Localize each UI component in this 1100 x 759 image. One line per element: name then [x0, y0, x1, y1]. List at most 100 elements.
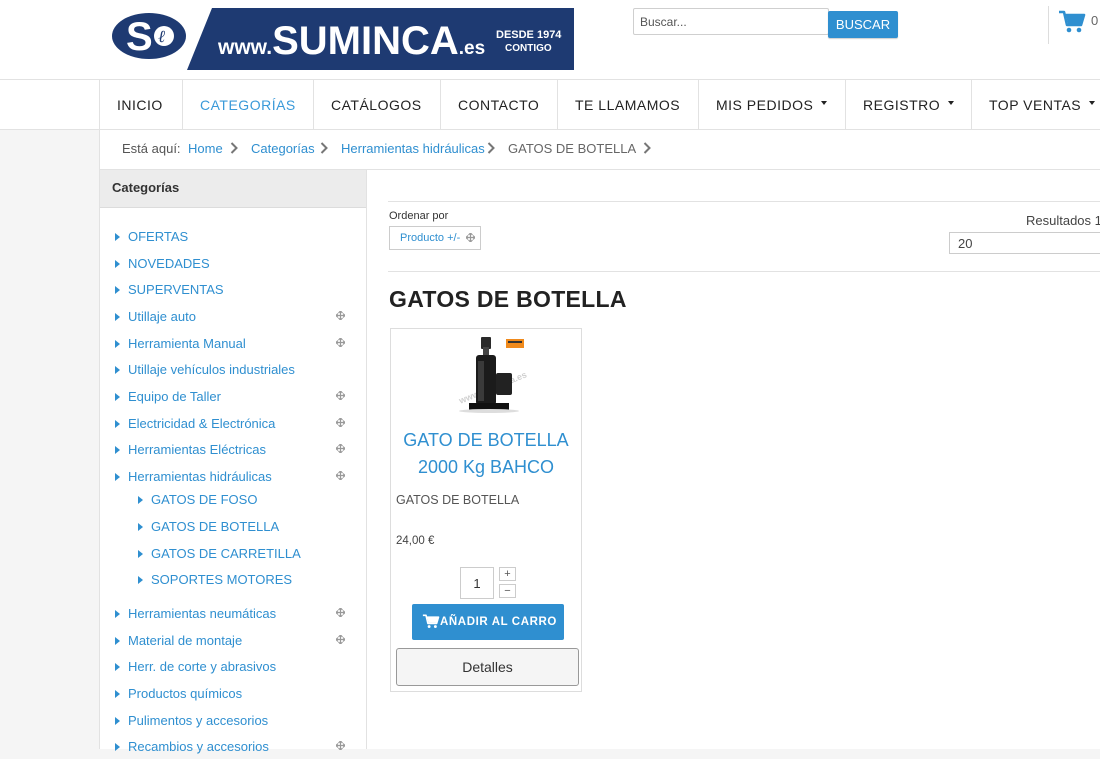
sidebar-item-material-de-montaje[interactable]: Material de montaje — [100, 633, 366, 653]
caret-right-icon — [138, 550, 143, 558]
sidebar-item-label: Material de montaje — [128, 633, 243, 648]
nav-item-top-ventas[interactable]: TOP VENTAS — [971, 80, 1100, 129]
nav-item-catalogos[interactable]: CATÁLOGOS — [313, 80, 440, 129]
caret-right-icon — [115, 663, 120, 671]
sidebar-item-label: Herramienta Manual — [128, 336, 246, 351]
caret-right-icon — [115, 610, 120, 618]
svg-text:S: S — [126, 15, 153, 59]
results-limit-select[interactable]: 20 — [949, 232, 1100, 254]
search-input[interactable] — [633, 8, 829, 35]
nav-label: CATEGORÍAS — [200, 96, 296, 113]
sidebar-item-label: Recambios y accesorios — [128, 739, 269, 754]
nav-label: TOP VENTAS — [989, 96, 1082, 113]
sidebar-item-herramientas-neumaticas[interactable]: Herramientas neumáticas — [100, 606, 366, 626]
sidebar-item-superventas[interactable]: SUPERVENTAS — [100, 282, 366, 302]
expand-arrows-icon[interactable] — [336, 471, 345, 480]
search-button[interactable]: BUSCAR — [828, 11, 898, 38]
cart-count[interactable]: 0 — [1091, 13, 1098, 28]
details-button[interactable]: Detalles — [396, 648, 579, 686]
caret-right-icon — [115, 340, 120, 348]
chevron-right-icon — [230, 142, 238, 154]
nav-item-categorias[interactable]: CATEGORÍAS — [182, 80, 313, 129]
sort-button[interactable]: Producto +/- — [389, 226, 481, 250]
sidebar-item-label: Herr. de corte y abrasivos — [128, 659, 277, 674]
product-category: GATOS DE BOTELLA — [396, 493, 520, 507]
header-divider — [1048, 6, 1049, 44]
caret-right-icon — [115, 393, 120, 401]
sidebar-item-ofertas[interactable]: OFERTAS — [100, 229, 366, 249]
product-listing: Ordenar por Producto +/- Resultados 1 20… — [367, 170, 1100, 749]
sidebar-item-herramientas-electricas[interactable]: Herramientas Eléctricas — [100, 442, 366, 462]
page-title: GATOS DE BOTELLA — [389, 286, 627, 312]
sidebar-item-label: Utillaje vehículos industriales — [128, 362, 295, 377]
caret-right-icon — [115, 717, 120, 725]
expand-arrows-icon[interactable] — [336, 635, 345, 644]
nav-item-te-llamamos[interactable]: TE LLAMAMOS — [557, 80, 698, 129]
breadcrumb-herramientas-hidraulicas[interactable]: Herramientas hidráulicas — [341, 141, 485, 156]
expand-arrows-icon[interactable] — [336, 608, 345, 617]
bottle-jack-product-image[interactable]: www.suminca.es — [441, 333, 537, 413]
nav-label: INICIO — [117, 96, 163, 113]
caret-right-icon — [138, 576, 143, 584]
breadcrumb-prefix: Está aquí: — [122, 141, 181, 156]
expand-arrows-icon[interactable] — [336, 391, 345, 400]
expand-arrows-icon[interactable] — [336, 338, 345, 347]
sidebar-item-label: GATOS DE FOSO — [151, 492, 258, 507]
expand-arrows-icon[interactable] — [336, 444, 345, 453]
main-area: Está aquí: Home Categorías Herramientas … — [99, 130, 1100, 754]
sidebar-item-label: Herramientas hidráulicas — [128, 469, 272, 484]
sidebar-item-recambios-y-accesorios[interactable]: Recambios y accesorios — [100, 739, 366, 759]
sidebar-item-label: Electricidad & Electrónica — [128, 416, 276, 431]
caret-right-icon — [115, 260, 120, 268]
add-to-cart-label: AÑADIR AL CARRO — [440, 616, 557, 628]
sort-label: Ordenar por — [389, 210, 449, 222]
chevron-right-icon — [320, 142, 328, 154]
breadcrumb-categorias[interactable]: Categorías — [251, 141, 315, 156]
nav-item-registro[interactable]: REGISTRO — [845, 80, 971, 129]
caret-down-icon — [948, 100, 955, 105]
sidebar-item-gatos-de-carretilla[interactable]: GATOS DE CARRETILLA — [100, 546, 366, 566]
sidebar-item-herr-de-corte-y-abrasivos[interactable]: Herr. de corte y abrasivos — [100, 659, 366, 679]
sidebar-item-herramientas-hidraulicas[interactable]: Herramientas hidráulicas — [100, 469, 366, 489]
suminca-logo[interactable]: S ℓ www.SUMINCA.es DESDE 1974 CONTIGO — [112, 8, 574, 70]
sidebar-item-label: SUPERVENTAS — [128, 282, 224, 297]
quantity-decrease-button[interactable]: − — [499, 584, 516, 598]
results-counter: Resultados 1 — [1026, 213, 1100, 228]
nav-item-inicio[interactable]: INICIO — [99, 80, 182, 129]
nav-item-mis-pedidos[interactable]: MIS PEDIDOS — [698, 80, 845, 129]
sidebar-item-equipo-de-taller[interactable]: Equipo de Taller — [100, 389, 366, 409]
sidebar-item-novedades[interactable]: NOVEDADES — [100, 256, 366, 276]
add-to-cart-button[interactable]: AÑADIR AL CARRO — [412, 604, 564, 640]
nav-label: REGISTRO — [863, 96, 941, 113]
sidebar-item-label: NOVEDADES — [128, 256, 210, 271]
caret-right-icon — [115, 420, 120, 428]
product-name-link[interactable]: GATO DE BOTELLA 2000 Kg BAHCO — [391, 427, 581, 481]
quantity-increase-button[interactable]: + — [499, 567, 516, 581]
quantity-input[interactable] — [460, 567, 494, 599]
sidebar-item-gatos-de-botella[interactable]: GATOS DE BOTELLA — [100, 519, 366, 539]
sidebar-item-productos-quimicos[interactable]: Productos químicos — [100, 686, 366, 706]
expand-arrows-icon[interactable] — [336, 418, 345, 427]
sidebar-item-utillaje-auto[interactable]: Utillaje auto — [100, 309, 366, 329]
expand-arrows-icon[interactable] — [336, 311, 345, 320]
shopping-cart-icon — [422, 614, 440, 628]
sidebar-item-pulimentos-y-accesorios[interactable]: Pulimentos y accesorios — [100, 713, 366, 733]
nav-item-contacto[interactable]: CONTACTO — [440, 80, 557, 129]
sidebar-item-herramienta-manual[interactable]: Herramienta Manual — [100, 336, 366, 356]
caret-down-icon — [1089, 100, 1096, 105]
breadcrumb-home[interactable]: Home — [188, 141, 223, 156]
caret-down-icon — [821, 100, 828, 105]
breadcrumb: Está aquí: Home Categorías Herramientas … — [100, 130, 1100, 170]
sidebar-title: Categorías — [100, 170, 366, 208]
sidebar-item-soportes-motores[interactable]: SOPORTES MOTORES — [100, 572, 366, 592]
logo-tagline-2: CONTIGO — [505, 43, 552, 54]
divider — [388, 271, 1100, 272]
sidebar-item-gatos-de-foso[interactable]: GATOS DE FOSO — [100, 492, 366, 512]
shopping-cart-icon[interactable] — [1058, 10, 1086, 34]
sidebar-item-utillaje-vehiculos-industriales[interactable]: Utillaje vehículos industriales — [100, 362, 366, 382]
sidebar-item-electricidad-electronica[interactable]: Electricidad & Electrónica — [100, 416, 366, 436]
sidebar-item-label: Equipo de Taller — [128, 389, 221, 404]
sidebar-item-label: OFERTAS — [128, 229, 189, 244]
chevron-right-icon — [643, 142, 651, 154]
caret-right-icon — [138, 523, 143, 531]
